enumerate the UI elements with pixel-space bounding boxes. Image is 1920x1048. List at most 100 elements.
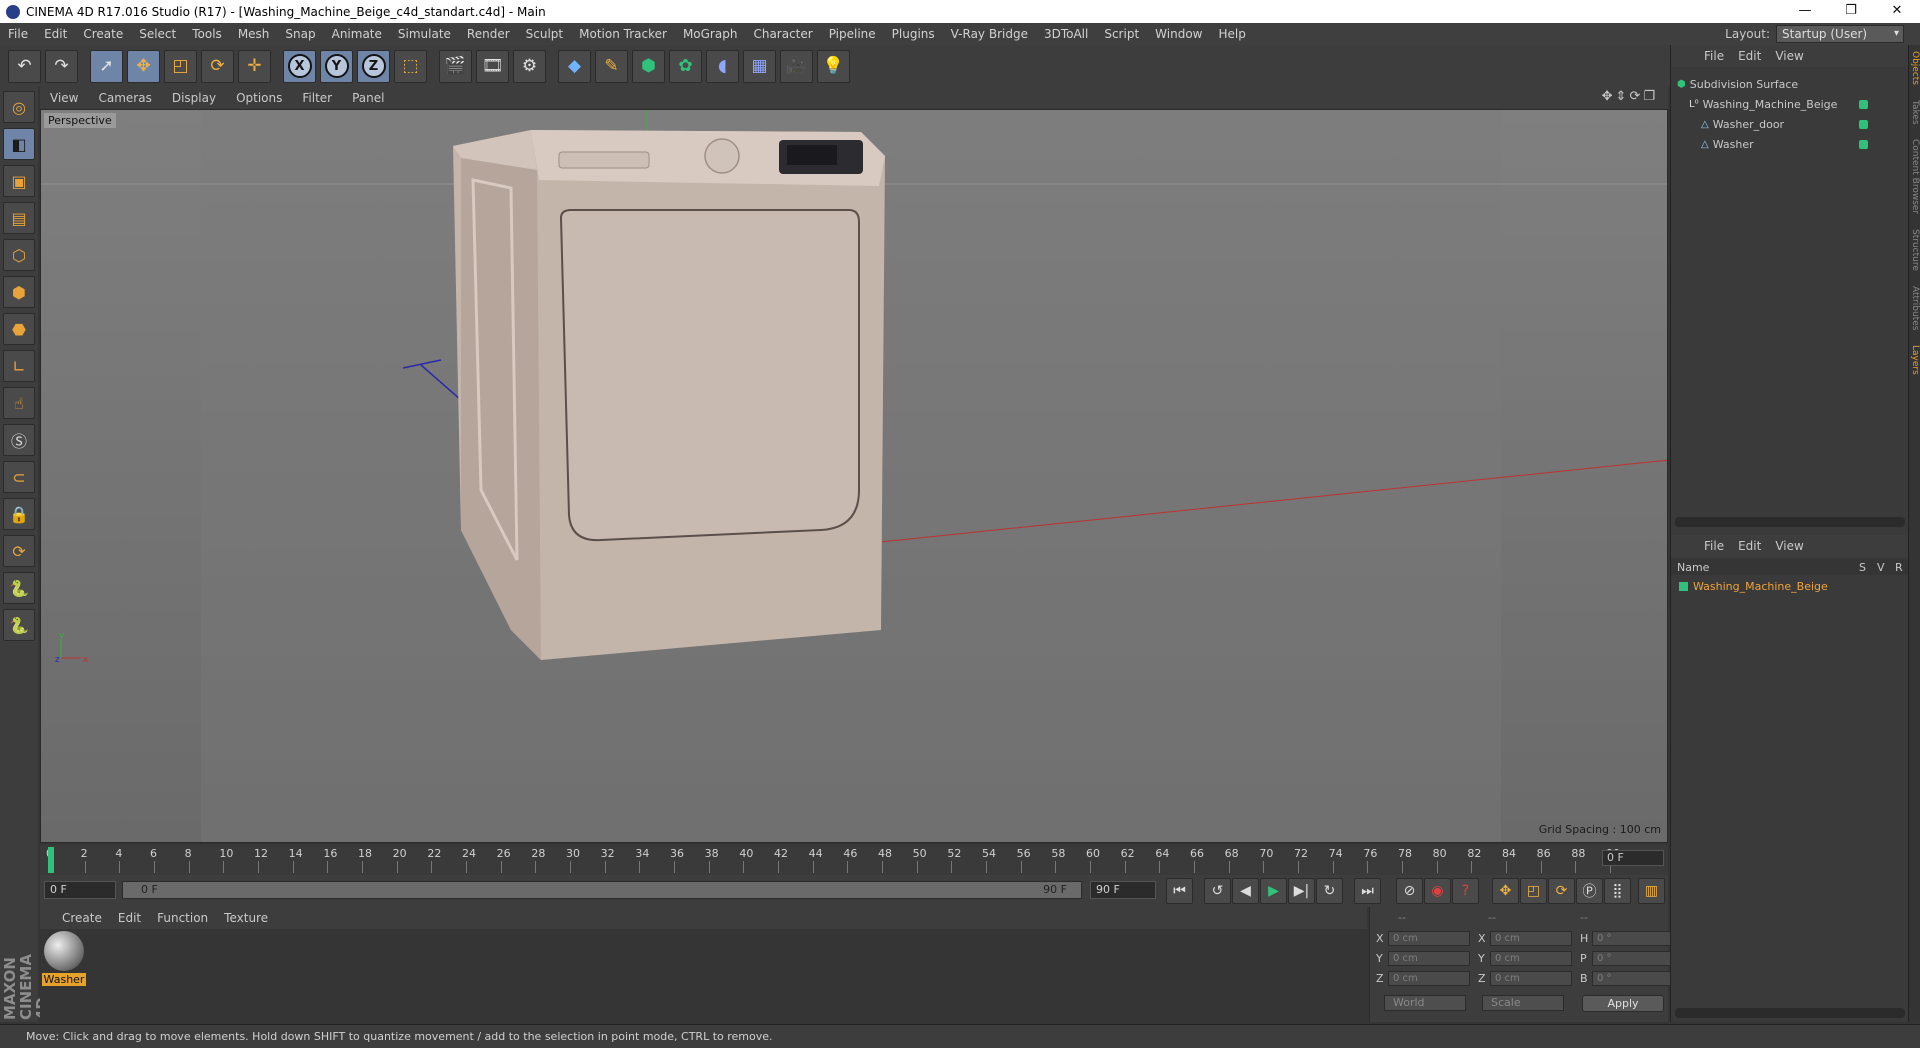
coordinate-mode-dropdown[interactable]: World bbox=[1384, 995, 1466, 1011]
layer-menu-view[interactable]: View bbox=[1768, 539, 1810, 553]
render-picture-viewer-icon[interactable]: 🎞 bbox=[476, 49, 509, 83]
z-axis-lock-icon[interactable]: Z bbox=[357, 49, 390, 83]
x-axis-lock-icon[interactable]: X bbox=[283, 49, 316, 83]
scale-tool-icon[interactable]: ◰ bbox=[164, 49, 197, 83]
key-rotation-icon[interactable]: ⟳ bbox=[1548, 878, 1575, 904]
size-z-field[interactable]: 0 cm bbox=[1490, 971, 1572, 986]
light-icon[interactable]: 💡 bbox=[817, 49, 850, 83]
tab-content-browser[interactable]: Content Browser bbox=[1910, 133, 1920, 220]
menu-motion-tracker[interactable]: Motion Tracker bbox=[571, 27, 675, 41]
position-x-field[interactable]: 0 cm bbox=[1388, 931, 1470, 946]
model-mode-icon[interactable]: ◧ bbox=[3, 128, 35, 160]
cloner-icon[interactable]: ✿ bbox=[669, 49, 702, 83]
tab-structure[interactable]: Structure bbox=[1910, 223, 1920, 277]
menu-window[interactable]: Window bbox=[1147, 27, 1210, 41]
edges-mode-icon[interactable]: ⬢ bbox=[3, 276, 35, 308]
object-menu-view[interactable]: View bbox=[1768, 49, 1810, 63]
viewport-navigation-icons[interactable]: ✥⇕⟳❐ bbox=[1602, 89, 1658, 104]
redo-icon[interactable]: ↷ bbox=[45, 49, 78, 83]
record-active-objects-icon[interactable]: ◉ bbox=[1424, 878, 1451, 904]
menu-mograph[interactable]: MoGraph bbox=[675, 27, 746, 41]
menu-sculpt[interactable]: Sculpt bbox=[518, 27, 571, 41]
material-menu-texture[interactable]: Texture bbox=[216, 911, 276, 925]
tab-takes[interactable]: Takes bbox=[1910, 94, 1920, 131]
size-x-field[interactable]: 0 cm bbox=[1490, 931, 1572, 946]
last-tool-icon[interactable]: ✛ bbox=[238, 49, 271, 83]
material-menu-create[interactable]: Create bbox=[54, 911, 110, 925]
snap-icon[interactable]: Ⓢ bbox=[3, 424, 35, 456]
viewport-menu-view[interactable]: View bbox=[40, 91, 88, 105]
apply-button[interactable]: Apply bbox=[1582, 995, 1664, 1012]
live-selection-icon[interactable]: ➚ bbox=[90, 49, 123, 83]
key-parameter-icon[interactable]: Ⓟ bbox=[1576, 878, 1603, 904]
menu-animate[interactable]: Animate bbox=[324, 27, 390, 41]
previous-frame-icon[interactable]: ◀ bbox=[1232, 878, 1259, 904]
viewport-menu-filter[interactable]: Filter bbox=[292, 91, 342, 105]
menu-script[interactable]: Script bbox=[1096, 27, 1147, 41]
object-manager-scrollbar[interactable] bbox=[1675, 517, 1905, 527]
magnet-icon[interactable]: ⊂ bbox=[3, 461, 35, 493]
viewport-menu-panel[interactable]: Panel bbox=[342, 91, 394, 105]
tab-attributes[interactable]: Attributes bbox=[1910, 280, 1920, 336]
perspective-viewport[interactable]: z x y Perspective Grid Spacing : 100 cm bbox=[40, 109, 1668, 843]
previous-key-icon[interactable]: ↺ bbox=[1204, 878, 1231, 904]
rotation-h-field[interactable]: 0 ° bbox=[1592, 931, 1674, 946]
go-to-end-icon[interactable]: ⏭ bbox=[1354, 878, 1381, 904]
autokeying-icon[interactable]: ? bbox=[1452, 878, 1479, 904]
python-icon[interactable]: 🐍 bbox=[3, 572, 35, 604]
axis-mode-icon[interactable]: ∟ bbox=[3, 350, 35, 382]
start-frame-field[interactable]: 0 F bbox=[44, 881, 116, 899]
camera-icon[interactable]: 🎥 bbox=[780, 49, 813, 83]
menu-create[interactable]: Create bbox=[75, 27, 131, 41]
planar-workplane-icon[interactable]: ⟳ bbox=[3, 535, 35, 567]
go-to-start-icon[interactable]: ⏮ bbox=[1166, 878, 1193, 904]
render-view-icon[interactable]: 🎬 bbox=[439, 49, 472, 83]
menu-snap[interactable]: Snap bbox=[277, 27, 323, 41]
play-forward-icon[interactable]: ▶ bbox=[1260, 878, 1287, 904]
subdivision-surface-icon[interactable]: ⬢ bbox=[632, 49, 665, 83]
cube-object-icon[interactable]: ◆ bbox=[558, 49, 591, 83]
tab-layers[interactable]: Layers bbox=[1910, 339, 1920, 381]
menu-vray-bridge[interactable]: V-Ray Bridge bbox=[943, 27, 1036, 41]
menu-pipeline[interactable]: Pipeline bbox=[821, 27, 884, 41]
key-scale-icon[interactable]: ◰ bbox=[1520, 878, 1547, 904]
layer-menu-file[interactable]: File bbox=[1697, 539, 1731, 553]
viewport-menu-options[interactable]: Options bbox=[226, 91, 292, 105]
menu-select[interactable]: Select bbox=[131, 27, 184, 41]
menu-help[interactable]: Help bbox=[1210, 27, 1253, 41]
position-z-field[interactable]: 0 cm bbox=[1388, 971, 1470, 986]
record-disabled-icon[interactable]: ⊘ bbox=[1396, 878, 1423, 904]
menu-3dtoall[interactable]: 3DToAll bbox=[1036, 27, 1096, 41]
deformer-icon[interactable]: ◖ bbox=[706, 49, 739, 83]
tweak-mode-icon[interactable]: ☝ bbox=[3, 387, 35, 419]
layer-row-washing-machine-beige[interactable]: Washing_Machine_Beige bbox=[1671, 577, 1909, 595]
menu-plugins[interactable]: Plugins bbox=[884, 27, 943, 41]
pen-spline-icon[interactable]: ✎ bbox=[595, 49, 628, 83]
key-pla-icon[interactable]: ⣿ bbox=[1604, 878, 1631, 904]
timeline-window-icon[interactable]: ▥ bbox=[1638, 878, 1665, 904]
minimize-button[interactable]: — bbox=[1782, 0, 1828, 23]
polygons-mode-icon[interactable]: ⬣ bbox=[3, 313, 35, 345]
size-y-field[interactable]: 0 cm bbox=[1490, 951, 1572, 966]
menu-simulate[interactable]: Simulate bbox=[390, 27, 459, 41]
current-frame-field[interactable]: 0 F bbox=[1602, 850, 1664, 866]
rotation-p-field[interactable]: 0 ° bbox=[1592, 951, 1674, 966]
next-key-icon[interactable]: ↻ bbox=[1316, 878, 1343, 904]
rotate-tool-icon[interactable]: ⟳ bbox=[201, 49, 234, 83]
undo-icon[interactable]: ↶ bbox=[8, 49, 41, 83]
viewport-menu-display[interactable]: Display bbox=[162, 91, 226, 105]
end-frame-field[interactable]: 90 F bbox=[1090, 881, 1156, 899]
material-menu-function[interactable]: Function bbox=[149, 911, 216, 925]
size-mode-dropdown[interactable]: Scale bbox=[1482, 995, 1564, 1011]
material-menu-edit[interactable]: Edit bbox=[110, 911, 149, 925]
preview-range-slider[interactable]: 0 F 90 F bbox=[122, 881, 1082, 899]
playhead-marker[interactable] bbox=[48, 847, 54, 873]
python-script-icon[interactable]: 🐍 bbox=[3, 609, 35, 641]
material-swatch-washer[interactable]: Washer bbox=[42, 931, 86, 986]
workplane-icon[interactable]: ▤ bbox=[3, 202, 35, 234]
rotation-b-field[interactable]: 0 ° bbox=[1592, 971, 1674, 986]
object-row-washer[interactable]: △ Washer bbox=[1671, 135, 1909, 153]
lock-workplane-icon[interactable]: 🔒 bbox=[3, 498, 35, 530]
object-row-washing-machine-beige[interactable]: L⁰ Washing_Machine_Beige bbox=[1671, 95, 1909, 113]
floor-icon[interactable]: ▦ bbox=[743, 49, 776, 83]
